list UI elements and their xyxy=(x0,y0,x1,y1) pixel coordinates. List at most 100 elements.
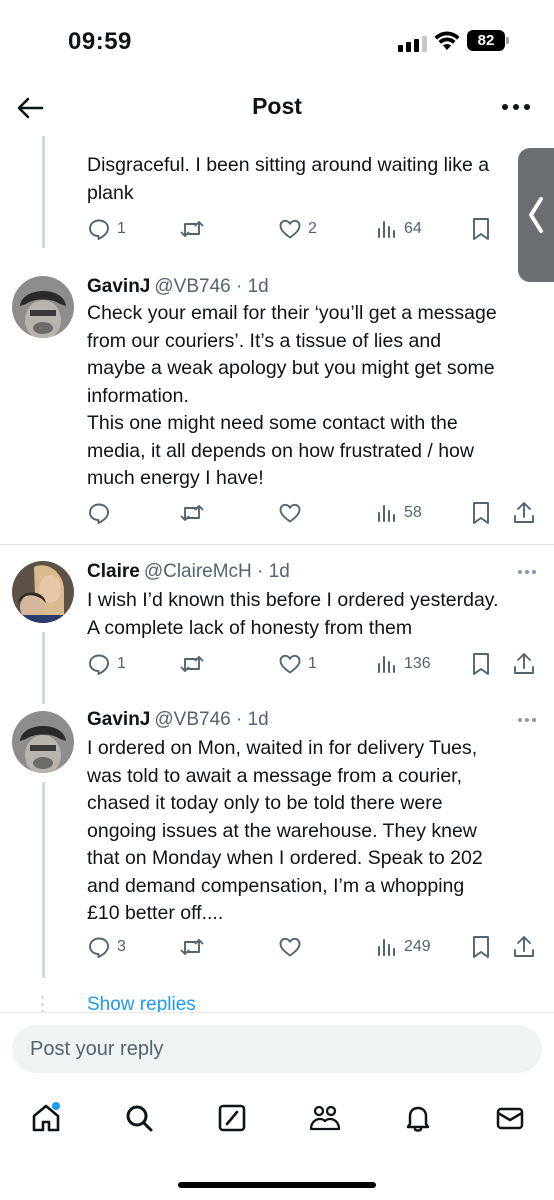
status-bar: 09:59 82 xyxy=(0,0,554,80)
heart-icon xyxy=(279,503,301,523)
repost-button[interactable] xyxy=(179,932,211,962)
tab-search[interactable] xyxy=(119,1098,159,1138)
thread-dotted-line xyxy=(41,996,44,1013)
tweet[interactable]: Disgraceful. I been sitting around waiti… xyxy=(0,136,554,252)
repost-button[interactable] xyxy=(179,214,211,244)
reply-button[interactable]: 1 xyxy=(87,214,126,244)
tweet-author: GavinJ @VB746 · 1d xyxy=(87,709,269,731)
views-icon xyxy=(378,221,395,238)
repost-button[interactable] xyxy=(179,649,211,679)
views-button[interactable]: 249 xyxy=(376,932,431,962)
author-name[interactable]: GavinJ xyxy=(87,276,150,297)
repost-icon xyxy=(180,505,204,521)
top-nav: Post xyxy=(0,80,554,136)
show-replies-link[interactable]: Show replies xyxy=(87,994,196,1012)
avatar[interactable] xyxy=(12,561,74,623)
reply-count: 3 xyxy=(117,938,126,955)
tab-notifications[interactable] xyxy=(398,1098,438,1138)
like-button[interactable]: 2 xyxy=(278,214,317,244)
repost-button[interactable] xyxy=(179,498,211,528)
battery-icon: 82 xyxy=(467,30,509,51)
tweet-text: Check your email for their ‘you’ll get a… xyxy=(87,302,497,489)
chevron-left-icon xyxy=(529,197,543,233)
tweet-text: I ordered on Mon, waited in for delivery… xyxy=(87,737,483,924)
bookmark-icon xyxy=(473,653,489,675)
reply-button[interactable]: 3 xyxy=(87,932,126,962)
author-name[interactable]: Claire xyxy=(87,561,140,582)
home-notification-dot xyxy=(52,1102,60,1110)
reply-count: 1 xyxy=(117,655,126,672)
avatar-image xyxy=(12,276,74,338)
view-count: 249 xyxy=(404,938,431,955)
tab-grok[interactable] xyxy=(212,1098,252,1138)
share-button[interactable] xyxy=(512,932,536,962)
bookmark-button[interactable] xyxy=(470,498,492,528)
reply-icon xyxy=(89,937,109,958)
views-button[interactable]: 64 xyxy=(376,214,422,244)
bookmark-icon xyxy=(473,502,489,524)
like-count: 2 xyxy=(308,220,317,237)
like-button[interactable] xyxy=(278,932,308,962)
avatar[interactable] xyxy=(12,276,74,338)
reply-button[interactable] xyxy=(87,498,117,528)
author-handle: @VB746 · 1d xyxy=(154,709,269,730)
tweet-author: GavinJ @VB746 · 1d xyxy=(87,276,269,298)
tweet[interactable]: GavinJ @VB746 · 1d Check your email for t… xyxy=(0,252,554,544)
search-icon xyxy=(126,1105,153,1132)
bookmark-button[interactable] xyxy=(470,214,492,244)
status-time: 09:59 xyxy=(68,28,132,55)
tweet-actions: 1 1 136 xyxy=(0,649,554,679)
share-icon xyxy=(514,653,534,674)
heart-icon xyxy=(279,219,301,239)
home-indicator xyxy=(178,1182,376,1188)
tweet-more-icon[interactable] xyxy=(518,570,536,574)
views-button[interactable]: 58 xyxy=(376,498,422,528)
share-icon xyxy=(514,936,534,957)
wifi-icon xyxy=(434,31,460,50)
bookmark-button[interactable] xyxy=(470,932,492,962)
notifications-icon xyxy=(406,1106,430,1132)
tweet-actions: 58 xyxy=(0,498,554,528)
like-button[interactable]: 1 xyxy=(278,649,317,679)
tab-messages[interactable] xyxy=(490,1098,530,1138)
views-icon xyxy=(378,505,395,522)
heart-icon xyxy=(279,937,301,957)
repost-icon xyxy=(180,939,204,955)
heart-icon xyxy=(279,654,301,674)
bookmark-button[interactable] xyxy=(470,649,492,679)
like-button[interactable] xyxy=(278,498,308,528)
tweet-text: I wish I’d known this before I ordered y… xyxy=(87,589,499,639)
repost-icon xyxy=(180,656,204,672)
tweet-actions: 1 2 64 xyxy=(0,214,554,244)
side-panel-handle[interactable] xyxy=(518,148,554,282)
tweet-text: Disgraceful. I been sitting around waiti… xyxy=(87,154,490,204)
more-options-icon[interactable] xyxy=(502,104,530,110)
tweet-author: Claire @ClaireMcH · 1d xyxy=(87,561,290,583)
tab-home[interactable] xyxy=(26,1098,66,1138)
reply-button[interactable]: 1 xyxy=(87,649,126,679)
page-title: Post xyxy=(252,93,302,119)
share-button[interactable] xyxy=(512,649,536,679)
tweet-actions: 3 249 xyxy=(0,932,554,962)
bookmark-icon xyxy=(473,936,489,958)
views-button[interactable]: 136 xyxy=(376,649,431,679)
view-count: 136 xyxy=(404,655,431,672)
communities-icon xyxy=(309,1105,341,1131)
tweet[interactable]: GavinJ @VB746 · 1d I ordered on Mon, wait… xyxy=(0,695,554,985)
share-icon xyxy=(514,502,534,523)
author-name[interactable]: GavinJ xyxy=(87,709,150,730)
tweet-more-icon[interactable] xyxy=(518,718,536,722)
repost-icon xyxy=(180,221,204,237)
tweet[interactable]: Claire @ClaireMcH · 1d I wish I’d known t… xyxy=(0,545,554,695)
reply-input[interactable] xyxy=(12,1025,542,1073)
author-handle: @ClaireMcH · 1d xyxy=(143,561,290,582)
tab-communities[interactable] xyxy=(305,1098,345,1138)
like-count: 1 xyxy=(308,655,317,672)
share-button[interactable] xyxy=(512,498,536,528)
reply-icon xyxy=(89,654,109,675)
bookmark-icon xyxy=(473,218,489,240)
view-count: 58 xyxy=(404,504,422,521)
avatar[interactable] xyxy=(12,711,74,773)
views-icon xyxy=(378,939,395,956)
reply-icon xyxy=(89,503,109,524)
